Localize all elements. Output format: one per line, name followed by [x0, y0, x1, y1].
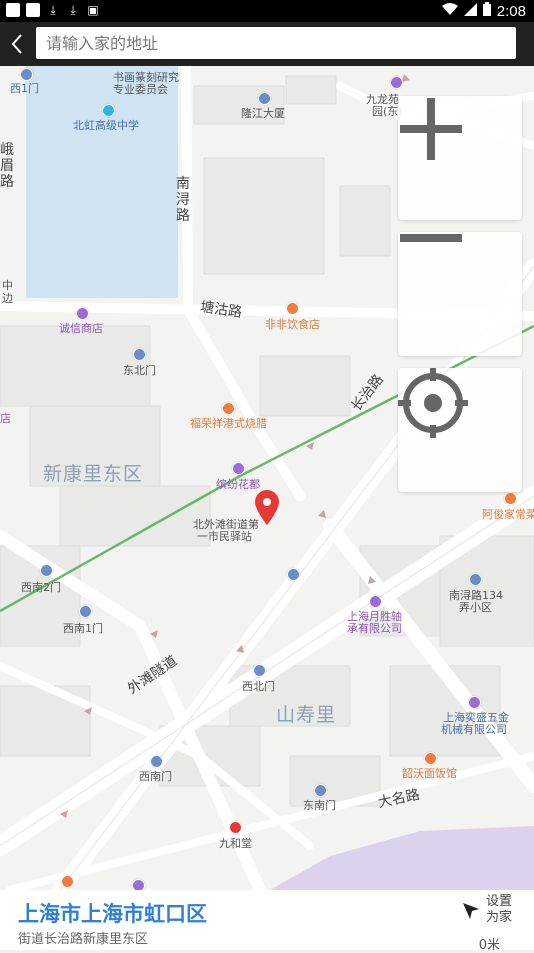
poi-marker[interactable]	[287, 568, 300, 581]
poi-marker[interactable]	[258, 92, 271, 105]
plus-icon	[400, 98, 462, 160]
download-icon: ⤓	[50, 2, 56, 17]
map-label: 北虹高级中学	[73, 119, 139, 132]
cursor-arrow-icon	[463, 903, 479, 919]
road-label: 峨眉路	[0, 142, 14, 190]
poi-marker[interactable]	[150, 755, 163, 768]
distance-label: 0米	[478, 938, 500, 953]
battery-icon	[482, 2, 491, 20]
map-label: 隆江大厦	[241, 107, 285, 120]
wifi-icon	[441, 2, 458, 20]
map-label: 承有限公司	[347, 622, 402, 635]
poi-marker[interactable]	[232, 462, 245, 475]
signal-icon	[463, 2, 477, 20]
poi-marker[interactable]	[132, 879, 145, 890]
address-search-input[interactable]	[36, 27, 516, 59]
map-label: 诚信商店	[59, 322, 103, 335]
location-pin-icon[interactable]	[254, 490, 280, 526]
poi-marker[interactable]	[253, 664, 266, 677]
notification-icon	[26, 3, 40, 17]
back-button[interactable]	[6, 30, 28, 58]
poi-marker[interactable]	[61, 875, 74, 888]
address-title: 上海市上海市虹口区	[18, 902, 207, 926]
status-bar: ⤓ ⤓ ▣ 2:08	[0, 0, 534, 22]
zoom-in-button[interactable]	[398, 96, 522, 220]
poi-marker[interactable]	[504, 492, 517, 505]
map-label: 九和堂	[219, 837, 252, 850]
poi-marker[interactable]	[102, 104, 115, 117]
poi-marker[interactable]	[468, 696, 481, 709]
area-label: 新康里东区	[43, 463, 144, 485]
poi-marker[interactable]	[133, 348, 146, 361]
poi-marker[interactable]	[469, 573, 482, 586]
set-home-label: 设置	[485, 894, 512, 909]
poi-marker[interactable]	[222, 402, 235, 415]
crosshair-icon	[398, 368, 468, 438]
map-label: 西南门	[139, 770, 172, 783]
address-panel: 上海市上海市虹口区 街道长治路新康里东区 设置 为家 0米	[0, 890, 534, 953]
area-label: 山寿里	[276, 704, 337, 726]
map-label: 西南2门	[21, 581, 61, 594]
zoom-out-button[interactable]	[398, 232, 522, 356]
address-subtitle: 街道长治路新康里东区	[18, 932, 149, 947]
map-label: 中	[2, 279, 13, 292]
map-label: 弄小区	[459, 601, 492, 614]
map-label: 西南1门	[63, 622, 103, 635]
poi-marker[interactable]	[314, 784, 327, 797]
map-label: 边	[2, 292, 13, 305]
poi-marker[interactable]	[286, 302, 299, 315]
poi-marker[interactable]	[20, 68, 33, 81]
set-home-button[interactable]: 设置 为家	[460, 894, 520, 930]
map-label: 非非饮食店	[265, 318, 320, 331]
poi-marker[interactable]	[229, 821, 242, 834]
map-view[interactable]: 西1门 书画篆刻研究 专业委员会 北虹高级中学 隆江大厦 九龙苑 园(东) 峨眉…	[0, 66, 534, 890]
search-bar	[0, 22, 534, 66]
poi-marker[interactable]	[40, 564, 53, 577]
map-label: 一市民驿站	[197, 530, 252, 543]
notification-icons: ⤓ ⤓ ▣	[6, 3, 100, 17]
map-label: 西1门	[10, 82, 39, 95]
map-label: 东南门	[303, 799, 336, 812]
minus-icon	[400, 234, 462, 242]
poi-marker[interactable]	[79, 605, 92, 618]
map-label: 西北门	[242, 680, 275, 693]
notification-icon	[6, 3, 20, 17]
road-label: 南浔路	[176, 176, 190, 224]
map-label: 阿俊家常菜	[482, 508, 534, 521]
poi-marker[interactable]	[76, 307, 89, 320]
poi-marker[interactable]	[424, 752, 437, 765]
map-label: 韶沃面饭馆	[402, 767, 457, 780]
chevron-left-icon	[11, 34, 22, 54]
set-home-label: 为家	[485, 910, 512, 925]
poi-marker[interactable]	[369, 595, 382, 608]
map-label: 专业委员会	[113, 83, 168, 96]
map-label: 机械有限公司	[441, 723, 507, 736]
map-label: 东北门	[123, 364, 156, 377]
app-icon: ▣	[87, 3, 99, 17]
map-label: 福荣祥港式烧腊	[190, 417, 267, 430]
download-icon: ⤓	[70, 2, 76, 17]
locate-me-button[interactable]	[398, 368, 522, 492]
map-label: 店	[0, 412, 11, 425]
poi-marker[interactable]	[390, 76, 403, 89]
status-time: 2:08	[496, 2, 526, 20]
